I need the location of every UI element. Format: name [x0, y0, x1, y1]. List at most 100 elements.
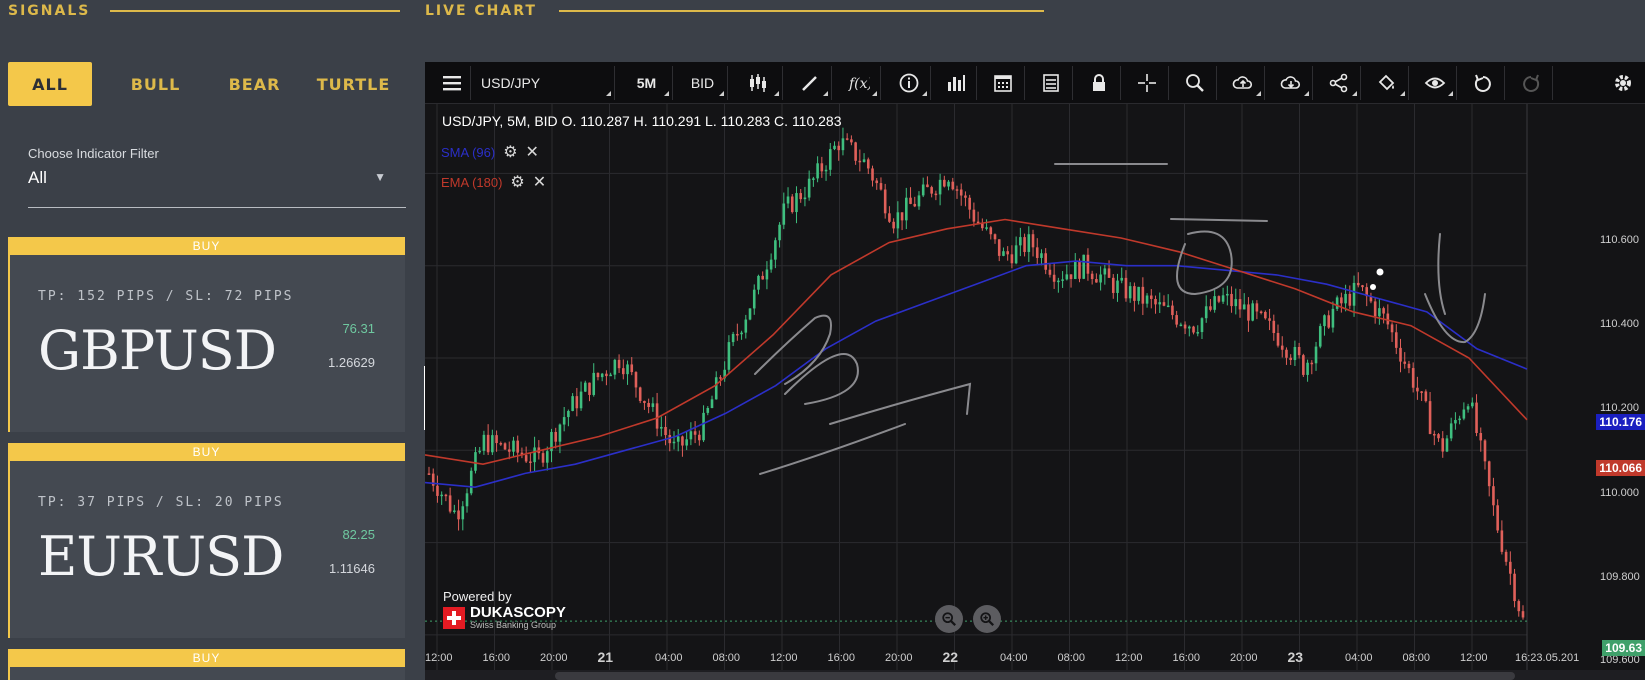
candle-body: [1069, 274, 1073, 279]
candle-body: [1394, 332, 1398, 348]
side-select[interactable]: BID: [678, 66, 728, 100]
undo-icon[interactable]: [1461, 66, 1505, 100]
period-select[interactable]: 5M: [621, 66, 673, 100]
function-icon[interactable]: f(x): [837, 66, 881, 100]
upload-cloud-icon[interactable]: [1221, 66, 1265, 100]
candle-body: [1475, 402, 1478, 434]
candle-body: [626, 364, 629, 375]
table-icon[interactable]: [1029, 66, 1073, 100]
candle-body: [731, 333, 735, 343]
eye-icon[interactable]: [1413, 66, 1457, 100]
candle-body: [1006, 251, 1009, 255]
candle-body: [955, 189, 959, 191]
signal-card-body: TP: 37 PIPS / SL: 20 PIPS EURUSD 82.25 1…: [8, 461, 405, 638]
tab-bull[interactable]: BULL: [106, 62, 205, 106]
close-icon[interactable]: ✕: [526, 142, 539, 162]
info-icon[interactable]: [887, 66, 931, 100]
gear-icon[interactable]: ⚙: [510, 172, 524, 192]
candlestick-icon[interactable]: [733, 66, 783, 100]
candle-body: [807, 178, 811, 198]
candle-body: [1183, 324, 1187, 329]
tab-turtle[interactable]: TURTLE: [304, 62, 403, 106]
candle-body: [1255, 303, 1259, 312]
zoom-in-button[interactable]: [973, 605, 1001, 633]
candle-body: [1356, 282, 1360, 286]
crosshair-icon[interactable]: [1125, 66, 1169, 100]
candle-body: [1137, 286, 1140, 301]
tab-bear[interactable]: BEAR: [205, 62, 304, 106]
indicator-filter-select[interactable]: All ▼: [28, 168, 406, 208]
candle-body: [1407, 363, 1411, 369]
candle-body: [1411, 368, 1415, 388]
gear-icon[interactable]: ⚙: [503, 142, 517, 162]
candle-body: [824, 169, 828, 172]
candle-body: [854, 142, 857, 161]
instrument-value: USD/JPY: [481, 75, 541, 91]
candle-body: [828, 149, 832, 170]
tab-all[interactable]: ALL: [8, 62, 92, 106]
candle-body: [1107, 268, 1111, 278]
candle-body: [1103, 268, 1107, 275]
signals-rule: [110, 10, 401, 12]
candle-body: [1280, 345, 1284, 350]
candle-body: [1293, 346, 1297, 361]
zoom-icon[interactable]: [1173, 66, 1217, 100]
candle-body: [605, 373, 608, 377]
buy-badge: BUY: [8, 649, 405, 667]
paint-bucket-icon[interactable]: [1365, 66, 1409, 100]
candle-body: [461, 506, 465, 520]
redo-icon[interactable]: [1509, 66, 1553, 100]
buy-badge: BUY: [8, 443, 405, 461]
candle-body: [1323, 315, 1326, 327]
close-icon[interactable]: ✕: [533, 172, 546, 192]
lock-icon[interactable]: [1077, 66, 1121, 100]
signal-card-eurusd[interactable]: BUY TP: 37 PIPS / SL: 20 PIPS EURUSD 82.…: [8, 443, 405, 638]
signal-card-third[interactable]: BUY: [8, 649, 405, 680]
draw-pencil-icon[interactable]: [788, 66, 832, 100]
chart-plot-area[interactable]: USD/JPY, 5M, BID O. 110.287 H. 110.291 L…: [425, 104, 1645, 680]
download-cloud-icon[interactable]: [1269, 66, 1313, 100]
candle-body: [1188, 326, 1191, 329]
candle-body: [1124, 277, 1128, 299]
bar-chart-icon[interactable]: [935, 66, 977, 100]
candle-body: [1462, 409, 1466, 419]
gear-icon[interactable]: [1601, 66, 1645, 100]
pair-name: GBPUSD: [38, 319, 277, 382]
candle-body: [541, 453, 545, 463]
candle-body: [651, 403, 655, 407]
zoom-out-button[interactable]: [935, 605, 963, 633]
live-chart-rule: [558, 10, 1044, 12]
candle-body: [1247, 304, 1250, 321]
candle-body: [812, 178, 815, 180]
sma-indicator-row: SMA (96) ⚙ ✕: [441, 142, 539, 162]
menu-icon[interactable]: [433, 66, 471, 100]
calendar-icon[interactable]: [981, 66, 1025, 100]
candle-body: [689, 431, 693, 440]
last-price-tag: 109.63: [1602, 640, 1645, 656]
chart-scroll-thumb[interactable]: [555, 672, 1515, 680]
candle-body: [1141, 286, 1145, 304]
candle-body: [1382, 308, 1385, 314]
candle-body: [664, 426, 667, 436]
signal-card-gbpusd[interactable]: BUY TP: 152 PIPS / SL: 72 PIPS GBPUSD 76…: [8, 237, 405, 432]
candle-body: [1386, 313, 1390, 325]
candle-body: [1513, 573, 1516, 602]
candle-body: [816, 163, 819, 179]
candle-body: [1441, 438, 1445, 452]
candle-body: [1179, 324, 1183, 327]
candle-body: [879, 183, 883, 190]
ema-price-tag: 110.066: [1596, 460, 1645, 476]
candle-body: [469, 470, 473, 494]
candle-body: [1031, 234, 1035, 248]
candle-body: [444, 494, 448, 497]
candle-body: [1175, 315, 1178, 325]
ema-line: [425, 218, 1528, 466]
candle-body: [1065, 274, 1069, 280]
candle-body: [1348, 293, 1352, 306]
candle-body: [710, 399, 714, 409]
candle-body: [786, 196, 790, 204]
candle-body: [1420, 391, 1423, 393]
share-icon[interactable]: [1317, 66, 1361, 100]
instrument-select[interactable]: USD/JPY: [475, 66, 615, 100]
candle-body: [1399, 347, 1402, 362]
